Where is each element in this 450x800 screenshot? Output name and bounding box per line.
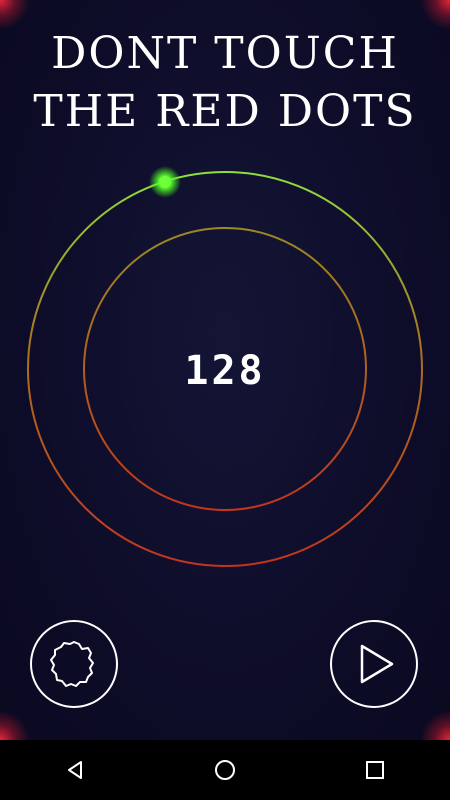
settings-button[interactable] bbox=[30, 620, 118, 708]
play-button[interactable] bbox=[330, 620, 418, 708]
android-navigation-bar bbox=[0, 740, 450, 800]
home-circle-icon bbox=[215, 760, 235, 780]
back-triangle-icon bbox=[68, 761, 82, 779]
back-button[interactable] bbox=[45, 740, 105, 800]
score: 128 bbox=[184, 348, 266, 394]
game-area: DONT TOUCH THE RED DOTS 128 bbox=[0, 0, 450, 740]
recents-button[interactable] bbox=[345, 740, 405, 800]
play-icon bbox=[360, 644, 394, 684]
recents-square-icon bbox=[366, 761, 384, 779]
gear-icon bbox=[50, 641, 94, 687]
player-dot bbox=[159, 176, 171, 188]
home-button[interactable] bbox=[195, 740, 255, 800]
